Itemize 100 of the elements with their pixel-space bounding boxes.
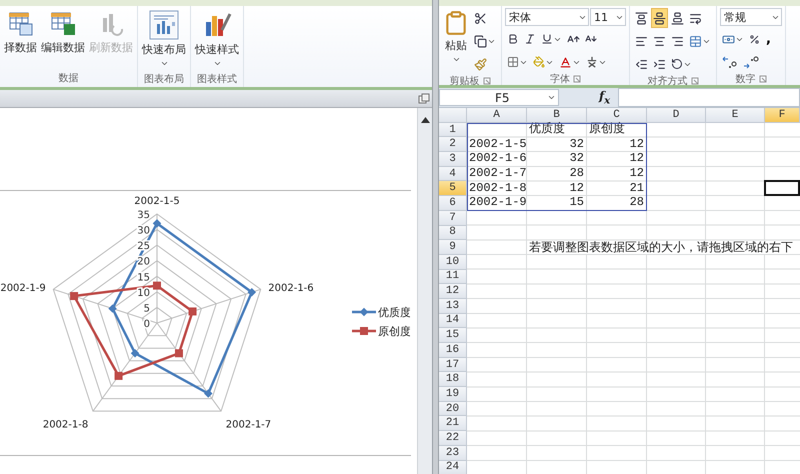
dropdown-caret-icon[interactable]	[212, 59, 222, 68]
axis-tick-label: 15	[137, 272, 150, 284]
category-label: 2002-1-5	[134, 196, 180, 207]
row-header[interactable]: 20	[439, 402, 467, 416]
data-point	[130, 349, 140, 358]
font-name-field[interactable]: 宋体	[505, 8, 589, 26]
insert-function-button[interactable]: f$_{x}$	[599, 88, 610, 106]
scroll-up-icon[interactable]	[420, 117, 430, 123]
axis-tick-label: 5	[144, 303, 150, 314]
row-header[interactable]: 12	[439, 284, 467, 299]
cell-text: 28	[570, 167, 584, 180]
comma-button[interactable]: ,	[763, 29, 774, 49]
data-point	[204, 389, 212, 398]
dialog-launcher-icon[interactable]	[690, 77, 698, 85]
indent-decrease-icon	[635, 58, 648, 70]
formula-field[interactable]	[618, 88, 800, 107]
active-cell[interactable]	[764, 180, 800, 196]
name-box[interactable]: F5	[439, 89, 559, 106]
number-format-field[interactable]: 常规	[720, 8, 782, 26]
italic-icon	[524, 33, 536, 45]
data-point	[114, 372, 123, 380]
dropdown-caret-icon[interactable]	[160, 59, 168, 68]
dialog-launcher-icon[interactable]	[573, 75, 581, 83]
cell-text: 2002-1-9	[469, 196, 527, 210]
table-icon	[6, 10, 34, 38]
axis-tick-label: 30	[137, 226, 150, 237]
dropdown-caret-icon[interactable]	[547, 93, 556, 102]
group-label: 字体	[550, 72, 570, 85]
ribbon-button[interactable]: 择数据	[3, 8, 38, 57]
row-header[interactable]: 19	[439, 387, 467, 402]
axis-tick-label: 0	[144, 319, 150, 330]
row-header[interactable]: 14	[439, 314, 467, 328]
row-header[interactable]: 17	[439, 358, 467, 372]
row-header[interactable]: 15	[439, 328, 467, 343]
cut-icon	[474, 12, 487, 24]
row-header[interactable]: 10	[439, 254, 467, 270]
category-label: 2002-1-7	[226, 420, 272, 431]
axis-tick-label: 10	[137, 288, 150, 299]
column-header[interactable]: A	[467, 108, 527, 123]
border-icon	[507, 56, 519, 68]
align-left-icon	[635, 34, 648, 48]
paint-bucket-icon	[533, 56, 545, 68]
row-header[interactable]: 8	[439, 226, 467, 240]
data-point	[248, 288, 256, 296]
vertical-align-button[interactable]	[651, 8, 668, 28]
row-header[interactable]: 18	[439, 372, 467, 388]
row-header[interactable]: 6	[439, 196, 467, 211]
paste-button[interactable]: 粘贴	[442, 8, 470, 66]
bold-icon	[507, 33, 519, 45]
group-label: 对齐方式	[648, 74, 688, 85]
phonetic-icon	[586, 56, 598, 68]
cell-text: 12	[630, 138, 644, 151]
restore-icon[interactable]	[418, 92, 430, 104]
row-header[interactable]: 11	[439, 270, 467, 284]
align-right-icon	[671, 34, 684, 48]
cell-text: 32	[570, 138, 584, 151]
column-header[interactable]: E	[706, 108, 765, 123]
indent-increase-icon	[653, 58, 666, 70]
row-header[interactable]: 5	[439, 181, 467, 196]
row-header[interactable]: 1	[439, 122, 467, 138]
row-header[interactable]: 16	[439, 343, 467, 358]
cell-text: 2002-1-7	[469, 167, 527, 180]
row-header[interactable]: 7	[439, 210, 467, 226]
dialog-launcher-icon[interactable]	[482, 77, 490, 85]
font-size-field[interactable]: 11	[590, 8, 626, 26]
column-header[interactable]: F	[765, 108, 800, 123]
row-header[interactable]: 2	[439, 137, 467, 152]
data-point	[174, 349, 183, 358]
row-header[interactable]: 4	[439, 166, 467, 182]
row-header[interactable]: 24	[439, 460, 467, 474]
dialog-launcher-icon[interactable]	[758, 75, 766, 83]
row-header[interactable]: 22	[439, 431, 467, 446]
cell-text: 12	[630, 152, 644, 166]
cell-text: 2002-1-8	[469, 182, 527, 195]
row-header[interactable]: 9	[439, 240, 467, 255]
column-header[interactable]: C	[587, 108, 647, 123]
row-header[interactable]: 21	[439, 416, 467, 432]
cell-text: 12	[570, 182, 584, 195]
row-header[interactable]: 13	[439, 298, 467, 314]
ribbon-button[interactable]: 快速样式	[194, 8, 240, 70]
cell-text: 2002-1-5	[469, 138, 527, 151]
cell-text: 2002-1-6	[469, 152, 527, 166]
vertical-align-icon	[671, 12, 684, 24]
chart-layout-icon	[149, 10, 179, 40]
row-header[interactable]: 23	[439, 446, 467, 460]
ribbon-button[interactable]: 快速布局	[141, 8, 187, 70]
font-color-icon	[559, 56, 572, 68]
dropdown-caret-icon[interactable]	[452, 55, 460, 64]
column-header[interactable]: B	[527, 108, 587, 123]
align-center-icon	[653, 34, 666, 48]
row-header[interactable]: 3	[439, 152, 467, 167]
cell-text: 15	[570, 196, 584, 210]
axis-tick-label: 20	[137, 256, 150, 268]
ribbon-button[interactable]: 编辑数据	[40, 8, 86, 57]
rotate-icon	[671, 58, 683, 70]
decimal-arrow-icon	[743, 56, 759, 68]
column-header[interactable]: D	[647, 108, 706, 123]
cell-text: 12	[630, 167, 644, 180]
vertical-scrollbar[interactable]	[417, 108, 432, 474]
category-label: 2002-1-6	[268, 282, 314, 294]
